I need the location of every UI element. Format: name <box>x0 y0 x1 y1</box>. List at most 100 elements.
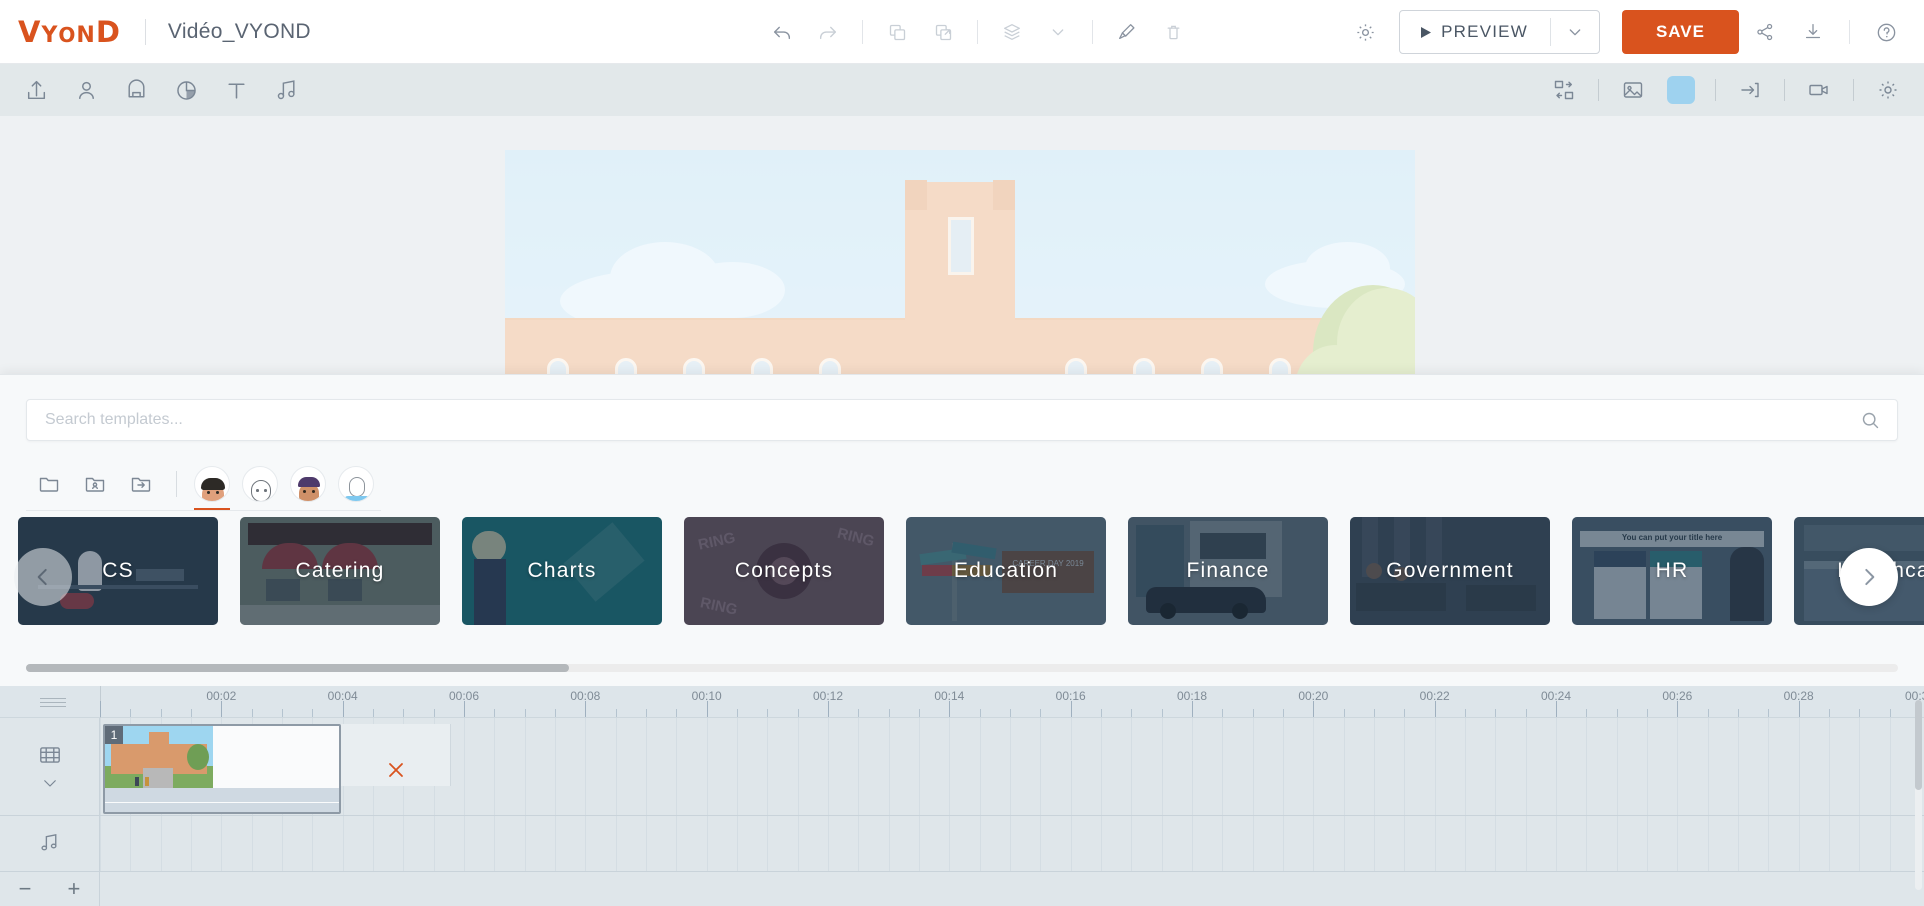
tab-all-folders[interactable] <box>26 461 72 507</box>
audio-track <box>0 816 1924 872</box>
music-icon <box>274 78 299 103</box>
templates-next-button[interactable] <box>1840 548 1898 606</box>
save-button[interactable]: SAVE <box>1622 10 1739 54</box>
copy-button[interactable] <box>875 10 919 54</box>
text-tool[interactable] <box>214 68 258 112</box>
music-tool[interactable] <box>264 68 308 112</box>
template-panel: CS Catering <box>0 374 1924 686</box>
scene-1-clip[interactable]: 1 <box>103 724 341 814</box>
download-button[interactable] <box>1791 10 1835 54</box>
style-contemporary[interactable] <box>189 457 235 511</box>
ruler-tick <box>1647 709 1648 717</box>
scene-settings-button[interactable] <box>1866 68 1910 112</box>
track-gridline <box>980 816 981 871</box>
style-business-friendly[interactable] <box>285 457 331 511</box>
scene-canvas[interactable] <box>505 150 1415 374</box>
zoom-out-button[interactable]: − <box>19 878 32 900</box>
canvas-stage[interactable] <box>0 116 1924 374</box>
timeline-drag-handle[interactable] <box>40 698 66 706</box>
delete-scene-button[interactable] <box>372 750 420 790</box>
timeline-vertical-scrollbar[interactable] <box>1915 700 1922 890</box>
track-gridline <box>1647 816 1648 871</box>
track-gridline <box>1283 718 1284 815</box>
search-input[interactable] <box>27 411 1844 429</box>
camera-button[interactable] <box>1797 68 1841 112</box>
chevron-down-icon <box>1567 24 1583 40</box>
preview-main[interactable]: PREVIEW <box>1400 22 1550 42</box>
layers-button[interactable] <box>990 10 1034 54</box>
redo-button[interactable] <box>806 10 850 54</box>
help-button[interactable] <box>1864 10 1908 54</box>
style-blank[interactable] <box>333 457 379 511</box>
timeline-ruler[interactable]: 00:0200:0400:0600:0800:1000:1200:1400:16… <box>0 686 1924 718</box>
ruler-label: 00:14 <box>934 689 964 703</box>
toolbar-divider-3 <box>1092 20 1093 44</box>
template-card-education[interactable]: CAREER DAY 2019 Education <box>906 517 1106 625</box>
template-card-government[interactable]: Government <box>1350 517 1550 625</box>
redo-icon <box>817 21 839 43</box>
layers-dropdown-button[interactable] <box>1036 10 1080 54</box>
preview-button[interactable]: PREVIEW <box>1399 10 1600 54</box>
zoom-in-button[interactable]: + <box>68 878 81 900</box>
undo-button[interactable] <box>760 10 804 54</box>
template-scrollbar[interactable] <box>26 664 1898 672</box>
track-gridline <box>1313 816 1314 871</box>
track-gridline <box>1344 816 1345 871</box>
template-card-catering[interactable]: Catering <box>240 517 440 625</box>
delete-button[interactable] <box>1151 10 1195 54</box>
ruler-tick <box>1738 709 1739 717</box>
character-tool[interactable] <box>64 68 108 112</box>
track-gridline <box>1404 718 1405 815</box>
upload-tool[interactable] <box>14 68 58 112</box>
template-card-finance[interactable]: Finance <box>1128 517 1328 625</box>
ruler-label: 00:24 <box>1541 689 1571 703</box>
chart-tool[interactable] <box>164 68 208 112</box>
template-cards-area: CS Catering <box>0 517 1924 637</box>
track-gridline <box>1768 816 1769 871</box>
duplicate-button[interactable] <box>921 10 965 54</box>
swap-scene-button[interactable] <box>1542 68 1586 112</box>
track-gridline <box>191 816 192 871</box>
track-gridline <box>919 816 920 871</box>
template-card-concepts[interactable]: RING RING RING Concepts <box>684 517 884 625</box>
search-box[interactable] <box>26 399 1898 441</box>
search-button[interactable] <box>1844 410 1897 431</box>
tab-my-templates[interactable] <box>72 461 118 507</box>
audio-track-header[interactable] <box>0 816 100 871</box>
ruler-tick <box>889 709 890 717</box>
brush-button[interactable] <box>1105 10 1149 54</box>
templates-prev-button[interactable] <box>14 548 72 606</box>
gear-icon <box>1876 78 1900 102</box>
props-tool[interactable] <box>114 68 158 112</box>
avatar <box>242 466 278 502</box>
track-gridline <box>949 718 950 815</box>
share-button[interactable] <box>1743 10 1787 54</box>
ruler-tick <box>1374 709 1375 717</box>
track-gridline <box>858 816 859 871</box>
background-color-swatch[interactable] <box>1659 68 1703 112</box>
track-gridline <box>1313 718 1314 815</box>
track-gridline <box>1162 816 1163 871</box>
chevron-down-icon[interactable] <box>41 774 59 792</box>
ruler-tick <box>1071 701 1072 717</box>
enter-effect-button[interactable] <box>1728 68 1772 112</box>
background-image-button[interactable] <box>1611 68 1655 112</box>
header-divider <box>145 19 146 45</box>
track-gridline <box>100 718 101 815</box>
template-card-hr[interactable]: You can put your title here HR <box>1572 517 1772 625</box>
template-card-charts[interactable]: Charts <box>462 517 662 625</box>
ruler-tick <box>1162 709 1163 717</box>
scene-track-header[interactable] <box>0 718 100 815</box>
ruler-tick <box>1131 709 1132 717</box>
project-title[interactable]: Vidéo_VYOND <box>168 20 311 44</box>
track-gridline <box>889 718 890 815</box>
tab-shared-templates[interactable] <box>118 461 164 507</box>
settings-button[interactable] <box>1343 10 1387 54</box>
template-scrollbar-thumb[interactable] <box>26 664 569 672</box>
vyond-logo[interactable]: VYOND <box>18 15 121 49</box>
preview-dropdown[interactable] <box>1551 24 1599 40</box>
avatar <box>194 466 230 502</box>
style-whiteboard[interactable] <box>237 457 283 511</box>
ruler-label: 00:10 <box>692 689 722 703</box>
vyond-editor: VYOND Vidéo_VYOND <box>0 0 1924 906</box>
